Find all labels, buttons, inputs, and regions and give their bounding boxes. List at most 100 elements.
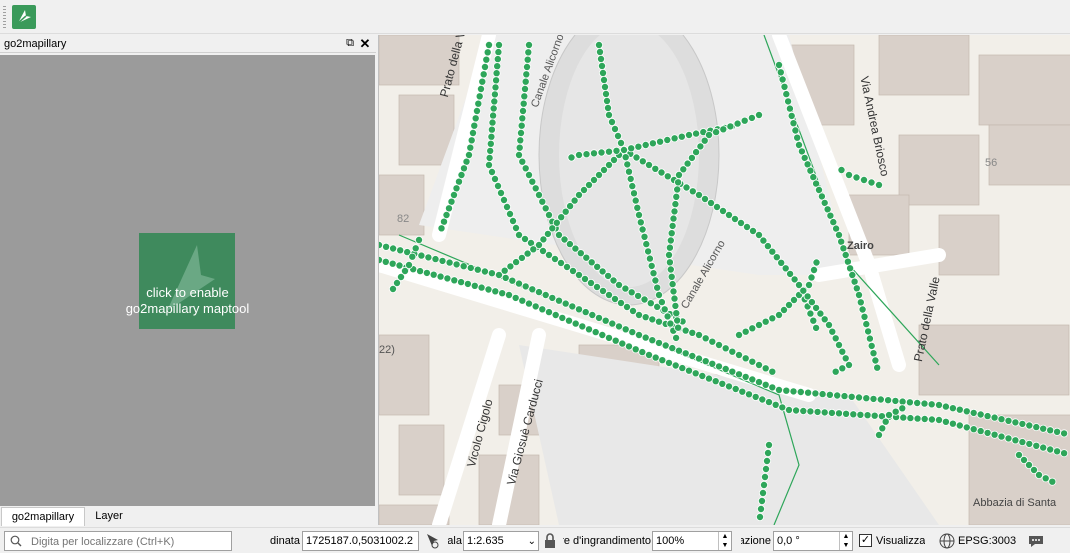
mapillary-image-point[interactable] <box>1053 427 1062 436</box>
go2mapillary-tool-button[interactable] <box>12 5 36 29</box>
mapillary-image-point[interactable] <box>389 244 398 253</box>
mapillary-image-point[interactable] <box>969 408 978 417</box>
mapillary-image-point[interactable] <box>827 408 836 417</box>
mapillary-image-point[interactable] <box>648 139 657 148</box>
mapillary-image-point[interactable] <box>1018 419 1027 428</box>
mapillary-image-point[interactable] <box>447 197 456 206</box>
mapillary-image-point[interactable] <box>528 285 537 294</box>
mapillary-image-point[interactable] <box>589 149 598 158</box>
locator-search[interactable] <box>4 531 232 551</box>
mapillary-image-point[interactable] <box>481 62 490 71</box>
mapillary-image-point[interactable] <box>636 218 645 227</box>
mapillary-image-point[interactable] <box>480 267 489 276</box>
mapillary-image-point[interactable] <box>599 76 608 85</box>
mapillary-image-point[interactable] <box>500 195 509 204</box>
mapillary-image-point[interactable] <box>610 125 619 134</box>
mapillary-image-point[interactable] <box>796 387 805 396</box>
mapillary-image-point[interactable] <box>881 417 890 426</box>
mapillary-image-point[interactable] <box>517 121 526 130</box>
mapillary-image-point[interactable] <box>1048 477 1057 486</box>
mapillary-image-point[interactable] <box>962 423 971 432</box>
mapillary-image-point[interactable] <box>1039 424 1048 433</box>
mapillary-image-point[interactable] <box>477 283 486 292</box>
scale-combo[interactable]: 1:2.635 ⌄ <box>463 531 539 551</box>
mapillary-image-point[interactable] <box>613 132 622 141</box>
mapillary-image-point[interactable] <box>602 97 611 106</box>
mapillary-image-point[interactable] <box>757 496 766 505</box>
mapillary-image-point[interactable] <box>976 410 985 419</box>
mapillary-image-point[interactable] <box>969 425 978 434</box>
mapillary-image-point[interactable] <box>629 189 638 198</box>
mapillary-image-point[interactable] <box>983 428 992 437</box>
mapillary-image-point[interactable] <box>813 407 822 416</box>
mapillary-image-point[interactable] <box>898 404 907 413</box>
mapillary-image-point[interactable] <box>571 319 580 328</box>
mapillary-image-point[interactable] <box>574 151 583 160</box>
mapillary-image-point[interactable] <box>920 399 929 408</box>
mapillary-image-point[interactable] <box>673 185 682 194</box>
mapillary-image-point[interactable] <box>594 41 603 49</box>
tab-go2mapillary[interactable]: go2mapillary <box>1 507 85 526</box>
mapillary-image-point[interactable] <box>487 132 496 141</box>
rotation-spin-arrows[interactable]: ▲ ▼ <box>839 532 852 550</box>
mapillary-image-point[interactable] <box>437 224 446 233</box>
mapillary-image-point[interactable] <box>734 370 743 379</box>
mapillary-image-point[interactable] <box>645 254 654 263</box>
mapillary-image-point[interactable] <box>379 241 383 249</box>
mapillary-image-point[interactable] <box>518 114 527 123</box>
mapillary-image-point[interactable] <box>754 320 763 329</box>
mapillary-image-point[interactable] <box>831 367 840 376</box>
mapillary-image-point[interactable] <box>491 174 500 183</box>
mapillary-image-point[interactable] <box>594 313 603 322</box>
mapillary-image-point[interactable] <box>624 167 633 176</box>
mapillary-image-point[interactable] <box>891 407 900 416</box>
mapillary-image-point[interactable] <box>445 258 454 267</box>
mapillary-image-point[interactable] <box>638 225 647 234</box>
mapillary-image-point[interactable] <box>657 298 666 307</box>
mapillary-image-point[interactable] <box>649 269 658 278</box>
mapillary-image-point[interactable] <box>642 240 651 249</box>
mapillary-image-point[interactable] <box>598 69 607 78</box>
mapillary-image-point[interactable] <box>694 330 703 339</box>
mapillary-image-point[interactable] <box>469 129 478 138</box>
mapillary-image-point[interactable] <box>619 146 628 155</box>
mapillary-image-point[interactable] <box>485 153 494 162</box>
mapillary-image-point[interactable] <box>450 276 459 285</box>
mapillary-image-point[interactable] <box>520 92 529 101</box>
mapillary-image-point[interactable] <box>660 305 669 314</box>
mapillary-image-point[interactable] <box>867 178 876 187</box>
mapillary-image-point[interactable] <box>1004 434 1013 443</box>
mapillary-image-point[interactable] <box>674 323 683 332</box>
mapillary-image-point[interactable] <box>747 113 756 122</box>
mapillary-image-point[interactable] <box>669 214 678 223</box>
mapillary-image-point[interactable] <box>759 480 768 489</box>
mapillary-image-point[interactable] <box>551 310 560 319</box>
mapillary-image-point[interactable] <box>495 41 504 49</box>
mapillary-image-point[interactable] <box>948 419 957 428</box>
mapillary-image-point[interactable] <box>485 41 494 49</box>
mapillary-image-point[interactable] <box>785 104 794 113</box>
mapillary-image-point[interactable] <box>867 341 876 350</box>
mapillary-image-point[interactable] <box>548 293 557 302</box>
mapillary-image-point[interactable] <box>521 282 530 291</box>
mapillary-image-point[interactable] <box>841 250 850 259</box>
map-canvas[interactable]: Prato della Valle Prato della Valle Cana… <box>378 35 1070 525</box>
mapillary-image-point[interactable] <box>608 319 617 328</box>
mapillary-image-point[interactable] <box>741 327 750 336</box>
mapillary-image-point[interactable] <box>492 69 501 78</box>
mapillary-image-point[interactable] <box>864 327 873 336</box>
mapillary-image-point[interactable] <box>595 47 604 56</box>
mapillary-image-point[interactable] <box>651 276 660 285</box>
mapillary-image-point[interactable] <box>806 407 815 416</box>
chevron-down-icon[interactable]: ⌄ <box>528 533 536 550</box>
messages-icon[interactable] <box>1027 532 1045 550</box>
mapillary-image-point[interactable] <box>768 383 777 392</box>
mapillary-image-point[interactable] <box>694 354 703 363</box>
mapillary-image-point[interactable] <box>631 196 640 205</box>
mapillary-image-point[interactable] <box>738 387 747 396</box>
mapillary-image-point[interactable] <box>597 148 606 157</box>
mapillary-image-point[interactable] <box>841 354 850 363</box>
mapillary-image-point[interactable] <box>768 314 777 323</box>
mapillary-image-point[interactable] <box>809 265 818 274</box>
mapillary-image-point[interactable] <box>651 353 660 362</box>
